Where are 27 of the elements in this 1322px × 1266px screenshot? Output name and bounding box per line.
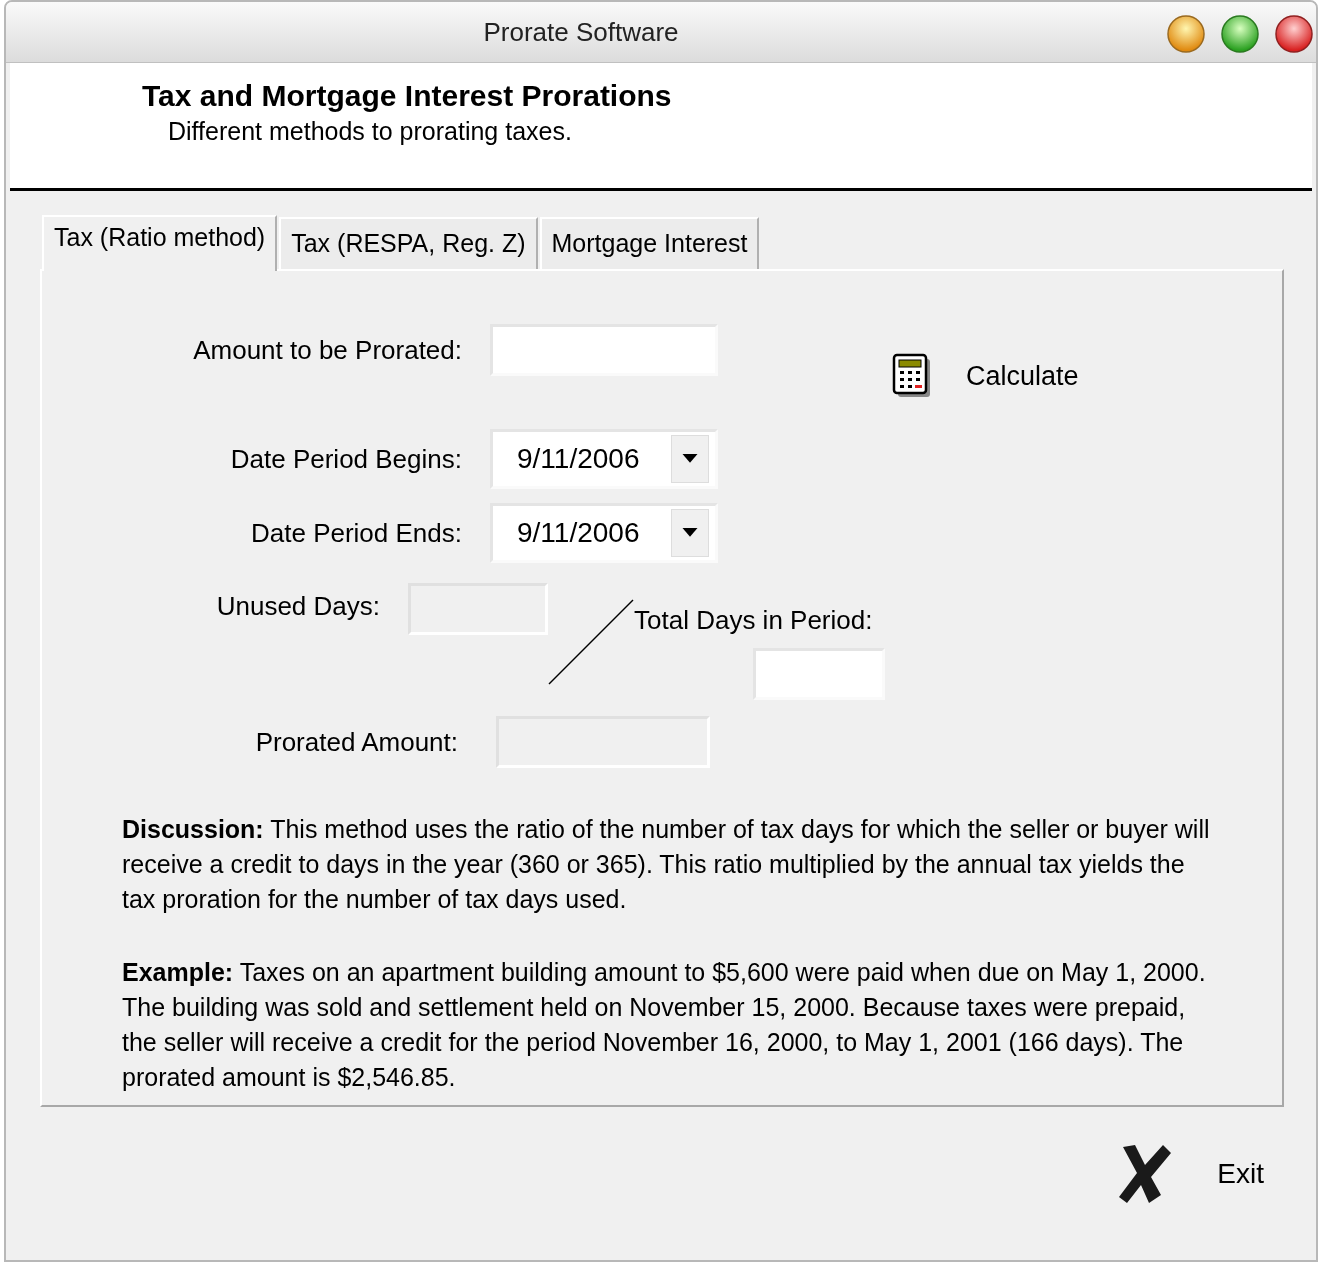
input-field[interactable] xyxy=(753,648,885,700)
date-picker[interactable]: 9/11/2006 xyxy=(490,429,718,489)
x-icon xyxy=(1117,1143,1174,1205)
close-button[interactable] xyxy=(1274,14,1314,54)
input-field[interactable] xyxy=(490,324,718,376)
field-label: Date Period Begins: xyxy=(229,443,462,475)
field-label: Amount to be Prorated: xyxy=(192,334,462,366)
header-title: Tax and Mortgage Interest Prorations xyxy=(142,79,673,113)
field-label: Unused Days: xyxy=(215,591,380,622)
field-label: Date Period Ends: xyxy=(250,517,462,549)
minimize-button[interactable] xyxy=(1166,14,1206,54)
tab[interactable]: Tax (Ratio method) xyxy=(42,215,278,271)
exit-button[interactable]: Exit xyxy=(1117,1143,1264,1205)
dropdown-caret-icon xyxy=(682,528,698,538)
maximize-button[interactable] xyxy=(1220,14,1260,54)
header-subtitle: Different methods to prorating taxes. xyxy=(168,117,573,146)
window-title: Prorate Software xyxy=(483,16,679,48)
field-label: Total Days in Period: xyxy=(634,605,874,636)
tab[interactable]: Mortgage Interest xyxy=(539,217,760,269)
calculator-icon xyxy=(892,353,932,399)
discussion-text: Discussion: This method uses the ratio of the number of tax days for which the seller or buyer will receive a credit to days in the year (360 or 365). This ratio multiplied by the annual tax yields the tax proration for the number of tax days used. xyxy=(121,814,1211,915)
tab[interactable]: Tax (RESPA, Reg. Z) xyxy=(279,217,538,269)
dropdown-caret-icon xyxy=(682,454,698,464)
example-text: Example: Taxes on an apartment building amount to $5,600 were paid when due on May 1, 2000. The building was sold and settlement held on November 15, 2000. Because taxes were prepaid, the seller will receive a credit for the period November 16, 2000, to May 1, 2001 (166 days). The prorated amount is $2,546.85. xyxy=(121,957,1207,1093)
calculate-button[interactable]: Calculate xyxy=(892,353,1079,399)
date-picker[interactable]: 9/11/2006 xyxy=(490,503,718,563)
field-label: Prorated Amount: xyxy=(254,726,458,758)
